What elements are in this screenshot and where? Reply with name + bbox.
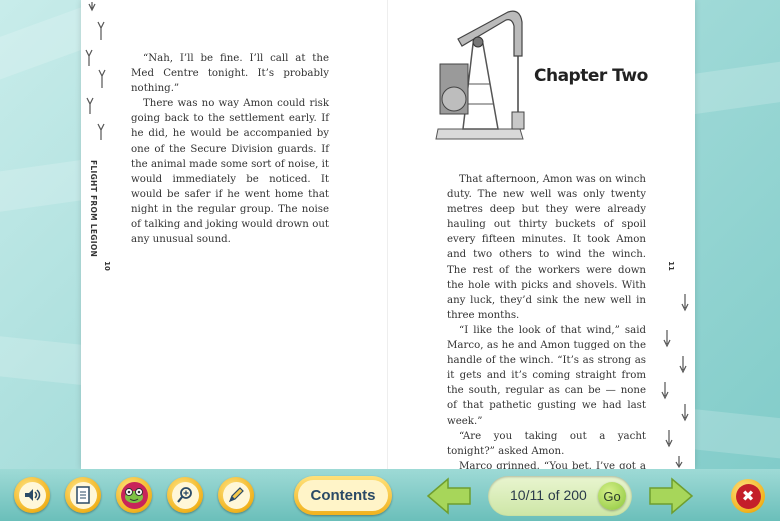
page-indicator[interactable]: 10/11 of 200 [510,487,587,503]
oil-pump-illustration [435,10,525,140]
go-button[interactable]: Go [598,482,626,510]
right-page-text: That afternoon, Amon was on winch duty. … [447,172,646,519]
paragraph: That afternoon, Amon was on winch duty. … [447,174,646,321]
speaker-icon [18,481,46,509]
paragraph: “Are you taking out a yacht tonight?” as… [447,430,646,457]
frog-button[interactable] [116,477,152,513]
frog-icon [120,481,148,509]
contents-label: Contents [310,487,376,504]
next-page-button[interactable] [646,476,696,516]
decorative-arrows-right [661,294,689,469]
zoom-in-icon [171,481,199,509]
left-page: “Nah, I’ll be fine. I’ll call at the Med… [81,0,388,469]
book-spread: “Nah, I’ll be fine. I’ll call at the Med… [81,0,695,517]
paragraph: There was no way Amon could risk going b… [131,98,329,246]
close-button[interactable]: ✖ [731,479,765,513]
contents-button[interactable]: Contents [294,476,392,515]
left-page-text: “Nah, I’ll be fine. I’ll call at the Med… [131,51,329,247]
page-number-right: 11 [666,261,675,271]
arrow-right-icon [649,477,694,515]
arrow-left-icon [426,477,471,515]
page-number-left: 10 [102,261,111,271]
page-list-button[interactable] [65,477,101,513]
zoom-button[interactable] [167,477,203,513]
right-page: Chapter Two That afternoon, Amon was on … [388,0,695,517]
paragraph: “I like the look of that wind,” said Mar… [447,324,646,427]
audio-button[interactable] [14,477,50,513]
paragraph: “Nah, I’ll be fine. I’ll call at the Med… [131,53,329,95]
decorative-arrows-left [85,2,106,140]
running-title: FLIGHT FROM LEGION [89,160,98,258]
annotate-button[interactable] [218,477,254,513]
document-list-icon [69,481,97,509]
close-icon: ✖ [735,483,761,509]
previous-page-button[interactable] [424,476,474,516]
chapter-title: Chapter Two [534,66,648,86]
pencil-icon [222,481,250,509]
